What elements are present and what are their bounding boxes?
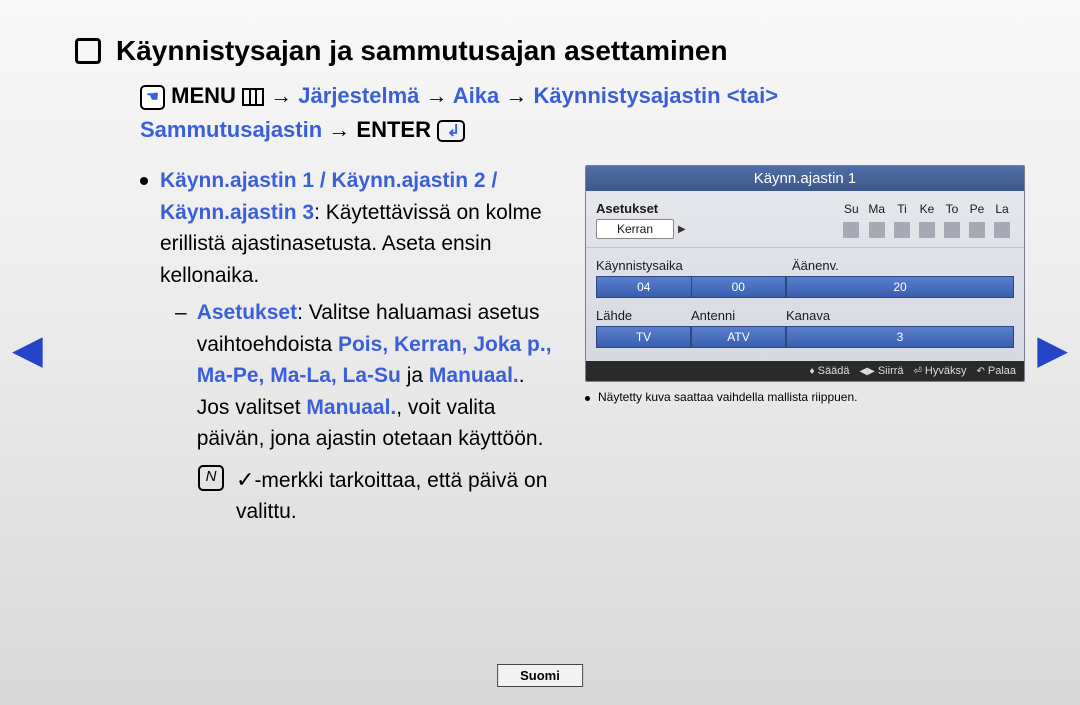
bullet-icon: [585, 396, 590, 401]
settings-label: Asetukset: [197, 301, 297, 324]
nav-prev-icon[interactable]: ◀: [12, 330, 43, 370]
enter-small-icon: ⏎: [914, 366, 922, 377]
bc-2: Aika: [453, 83, 499, 108]
channel-value[interactable]: 3: [786, 326, 1014, 348]
timer-description: Käynn.ajastin 1 / Käynn.ajastin 2 / Käyn…: [160, 165, 560, 291]
days-row: Su Ma Ti Ke To Pe La: [843, 202, 1010, 238]
day-checkbox[interactable]: [969, 222, 985, 238]
bc-1: Järjestelmä: [298, 83, 419, 108]
updown-icon: ♦: [810, 366, 815, 377]
language-badge: Suomi: [497, 664, 583, 687]
breadcrumb: ☚ MENU → Järjestelmä → Aika → Käynnistys…: [140, 79, 1025, 147]
volume-label: Äänenv.: [786, 258, 1014, 273]
heading-text: Käynnistysajan ja sammutusajan asettamin…: [116, 35, 728, 67]
panel-title: Käynn.ajastin 1: [586, 166, 1024, 191]
start-min[interactable]: 00: [692, 276, 787, 298]
section-icon: [75, 38, 101, 64]
settings-select[interactable]: Kerran: [596, 219, 674, 239]
menu-grid-icon: [242, 88, 264, 106]
antenna-value[interactable]: ATV: [691, 326, 786, 348]
hand-icon: ☚: [140, 85, 165, 110]
source-value[interactable]: TV: [596, 326, 691, 348]
chevron-right-icon[interactable]: ▶: [678, 224, 686, 235]
note-icon: N: [198, 465, 224, 491]
dash-icon: –: [175, 297, 187, 455]
day-checkbox[interactable]: [994, 222, 1010, 238]
check-icon: ✓: [236, 467, 254, 492]
channel-label: Kanava: [786, 308, 1014, 323]
day-checkbox[interactable]: [894, 222, 910, 238]
bc-3: Käynnistysajastin <tai>: [534, 83, 779, 108]
settings-field-label: Asetukset: [596, 201, 724, 216]
volume-value[interactable]: 20: [786, 276, 1014, 298]
page-heading: Käynnistysajan ja sammutusajan asettamin…: [75, 35, 1025, 67]
enter-icon: [437, 120, 465, 142]
return-icon: ↶: [976, 366, 984, 377]
settings-description: Asetukset: Valitse haluamasi asetus vaih…: [197, 297, 560, 455]
bullet-icon: [140, 177, 148, 185]
day-checkbox[interactable]: [919, 222, 935, 238]
panel-footer: ♦Säädä ◀▶Siirrä ⏎Hyväksy ↶Palaa: [586, 361, 1024, 381]
start-hour[interactable]: 04: [596, 276, 692, 298]
source-label: Lähde: [596, 308, 691, 323]
leftright-icon: ◀▶: [859, 366, 874, 377]
enter-label: ENTER: [356, 117, 431, 142]
day-checkbox[interactable]: [944, 222, 960, 238]
start-time-label: Käynnistysaika: [596, 258, 786, 273]
day-checkbox[interactable]: [843, 222, 859, 238]
bc-4: Sammutusajastin: [140, 117, 322, 142]
timer-panel: Käynn.ajastin 1 Asetukset Kerran ▶ Su: [585, 165, 1025, 382]
antenna-label: Antenni: [691, 308, 786, 323]
note-text: ✓-merkki tarkoittaa, että päivä on valit…: [236, 463, 560, 528]
nav-next-icon[interactable]: ▶: [1037, 330, 1068, 370]
panel-caption: Näytetty kuva saattaa vaihdella mallista…: [585, 390, 1025, 404]
menu-label: MENU: [171, 83, 236, 108]
day-checkbox[interactable]: [869, 222, 885, 238]
